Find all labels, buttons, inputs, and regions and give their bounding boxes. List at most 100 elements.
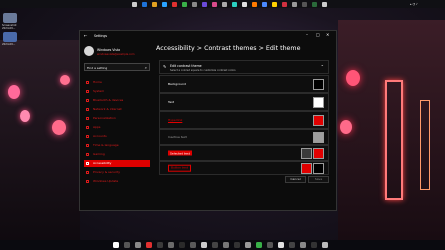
globe-icon: [86, 144, 89, 147]
color-swatch-hyperlink[interactable]: [313, 115, 324, 126]
search-input[interactable]: Find a setting ⌕: [84, 63, 150, 71]
taskbar-app-icon[interactable]: [152, 1, 157, 7]
taskbar-app-icon[interactable]: [190, 242, 196, 248]
taskbar-app-icon[interactable]: [234, 242, 240, 248]
wallpaper-lantern: [20, 110, 30, 122]
sidebar-item-label: Apps: [93, 125, 101, 129]
apps-icon: [86, 126, 89, 129]
taskbar-app-icon[interactable]: [300, 242, 306, 248]
back-arrow-icon[interactable]: ←: [84, 33, 87, 38]
page-title: Edit theme: [265, 45, 301, 52]
taskbar-app-icon[interactable]: [262, 1, 267, 7]
taskbar-app-icon[interactable]: [292, 1, 297, 7]
taskbar-app-icon[interactable]: [162, 1, 167, 7]
taskbar-app-icon[interactable]: [172, 1, 177, 7]
taskbar-app-icon[interactable]: [278, 242, 284, 248]
breadcrumb-separator: >: [196, 45, 203, 52]
sidebar-item-home[interactable]: Home: [84, 79, 150, 86]
accessibility-icon: [86, 162, 89, 165]
sidebar-item-network[interactable]: Network & internet: [84, 106, 150, 113]
taskbar-app-icon[interactable]: [222, 1, 227, 7]
color-swatch-selected-text[interactable]: [313, 148, 324, 159]
desktop-icon-label: 2024-09...: [2, 43, 16, 46]
edit-icon: ✎: [163, 64, 167, 69]
system-tray-icon[interactable]: ▴ ◔ ♪: [410, 2, 418, 6]
desktop-icon[interactable]: [3, 32, 17, 42]
taskbar-app-icon[interactable]: [192, 1, 197, 7]
sidebar-item-windows-update[interactable]: Windows Update: [84, 178, 150, 185]
minimize-button[interactable]: –: [306, 33, 308, 37]
taskbar-app-icon[interactable]: [113, 242, 119, 248]
wallpaper-lantern: [8, 85, 20, 99]
sidebar: Windows Vista windowsvista@example.com F…: [80, 40, 152, 210]
taskbar-app-icon[interactable]: [223, 242, 229, 248]
taskbar-app-icon[interactable]: [322, 242, 328, 248]
taskbar-app-icon[interactable]: [289, 242, 295, 248]
taskbar-app-icon[interactable]: [242, 1, 247, 7]
sidebar-item-privacy[interactable]: Privacy & security: [84, 169, 150, 176]
taskbar-app-icon[interactable]: [245, 242, 251, 248]
taskbar-app-icon[interactable]: [168, 242, 174, 248]
taskbar-app-icon[interactable]: [282, 1, 287, 7]
taskbar-app-icon[interactable]: [252, 1, 257, 7]
chevron-up-icon[interactable]: ⌃: [321, 64, 324, 69]
taskbar-app-icon[interactable]: [146, 242, 152, 248]
sidebar-item-label: Network & internet: [93, 107, 122, 111]
breadcrumb-contrast-themes[interactable]: Contrast themes: [204, 45, 257, 52]
taskbar-app-icon[interactable]: [311, 242, 317, 248]
taskbar-app-icon[interactable]: [312, 1, 317, 7]
edit-theme-header: ✎ Edit contrast theme Select a colored s…: [159, 60, 329, 74]
sidebar-item-personalization[interactable]: Personalization: [84, 115, 150, 122]
taskbar-app-icon[interactable]: [212, 1, 217, 7]
color-row-label: Hyperlink: [168, 118, 183, 122]
settings-window: ← Settings – □ ✕ Windows Vista windowsvi…: [79, 30, 337, 211]
taskbar-app-icon[interactable]: [201, 242, 207, 248]
color-swatch-inactive-text[interactable]: [313, 132, 324, 143]
taskbar-app-icon[interactable]: [302, 1, 307, 7]
taskbar-app-icon[interactable]: [132, 1, 137, 7]
taskbar-app-icon[interactable]: [124, 242, 130, 248]
sidebar-item-gaming[interactable]: Gaming: [84, 151, 150, 158]
color-swatch-selected-background[interactable]: [301, 148, 312, 159]
color-row-text: Text: [159, 93, 329, 111]
sidebar-item-label: Accounts: [93, 134, 107, 138]
shield-icon: [86, 171, 89, 174]
wallpaper-neon-sign: [385, 80, 403, 200]
taskbar-app-icon[interactable]: [142, 1, 147, 7]
taskbar-app-icon[interactable]: [182, 1, 187, 7]
taskbar-app-icon[interactable]: [267, 242, 273, 248]
sidebar-item-bluetooth[interactable]: Bluetooth & devices: [84, 97, 150, 104]
update-icon: [86, 180, 89, 183]
desktop-icon[interactable]: [3, 13, 17, 23]
taskbar-app-icon[interactable]: [179, 242, 185, 248]
sidebar-item-apps[interactable]: Apps: [84, 124, 150, 131]
wallpaper-lantern: [340, 120, 352, 134]
taskbar-app-icon[interactable]: [232, 1, 237, 7]
window-title: Settings: [94, 34, 108, 38]
breadcrumb-accessibility[interactable]: Accessibility: [156, 45, 195, 52]
sidebar-item-label: Personalization: [93, 116, 116, 120]
title-bar: ← Settings – □ ✕: [80, 31, 336, 40]
avatar[interactable]: [84, 46, 94, 56]
sidebar-item-accessibility[interactable]: Accessibility: [84, 160, 150, 167]
sidebar-item-system[interactable]: System: [84, 88, 150, 95]
taskbar-app-icon[interactable]: [272, 1, 277, 7]
sidebar-item-accounts[interactable]: Accounts: [84, 133, 150, 140]
desktop-icon-label: Screenshot 2024-09...: [2, 24, 17, 30]
sidebar-item-time-language[interactable]: Time & language: [84, 142, 150, 149]
taskbar-app-icon[interactable]: [202, 1, 207, 7]
breadcrumb: Accessibility > Contrast themes > Edit t…: [156, 45, 300, 52]
maximize-button[interactable]: □: [316, 33, 320, 37]
color-swatch-button-background[interactable]: [313, 163, 324, 174]
taskbar-app-icon[interactable]: [135, 242, 141, 248]
close-button[interactable]: ✕: [326, 33, 329, 37]
save-button[interactable]: Save: [308, 176, 329, 183]
taskbar-app-icon[interactable]: [256, 242, 262, 248]
color-swatch-background[interactable]: [313, 79, 324, 90]
color-swatch-button-text[interactable]: [301, 163, 312, 174]
color-swatch-text[interactable]: [313, 97, 324, 108]
taskbar-app-icon[interactable]: [212, 242, 218, 248]
taskbar-app-icon[interactable]: [322, 1, 327, 7]
taskbar-app-icon[interactable]: [157, 242, 163, 248]
cancel-button[interactable]: Cancel: [285, 176, 306, 183]
